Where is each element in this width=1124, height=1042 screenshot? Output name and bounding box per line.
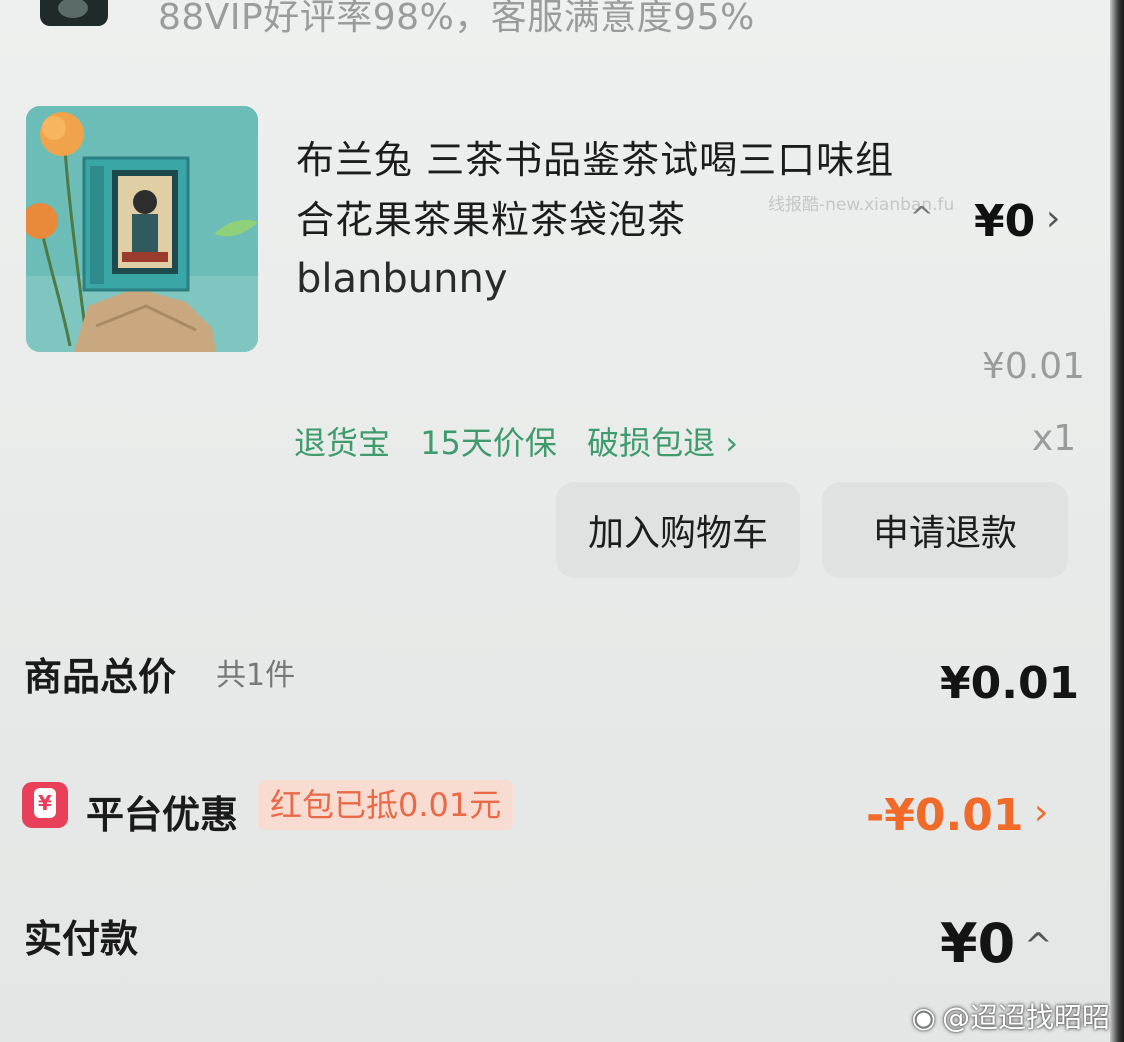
apply-refund-label: 申请退款 (872, 513, 1017, 554)
service-tag: 退货宝 (294, 424, 391, 462)
add-to-cart-label: 加入购物车 (587, 513, 768, 554)
chevron-up-icon[interactable]: ^ (1024, 926, 1053, 966)
weibo-handle: @迢迢找昭昭 (941, 1001, 1110, 1034)
weibo-logo-icon: ◉ (911, 1001, 936, 1034)
total-count: 共1件 (216, 658, 296, 693)
screen-edge (1110, 0, 1124, 1042)
total-price-label: 商品总价 (24, 655, 177, 699)
product-thumbnail[interactable] (26, 106, 258, 352)
store-rating-text: 88VIP好评率98%，客服满意度95% (158, 0, 755, 38)
product-paid-price: ¥0 (974, 196, 1036, 247)
service-tags[interactable]: 退货宝 15天价保 破损包退 › (294, 418, 758, 464)
chevron-right-icon[interactable]: › (1046, 198, 1060, 239)
quantity: x1 (1032, 418, 1077, 459)
add-to-cart-button[interactable]: 加入购物车 (556, 482, 800, 578)
platform-discount-label: 平台优惠 (86, 793, 239, 837)
actual-payment-label: 实付款 (24, 917, 139, 961)
weibo-watermark: ◉ @迢迢找昭昭 (912, 996, 1110, 1036)
service-tag: 15天价保 (420, 424, 557, 462)
order-detail-screen: 88VIP好评率98%，客服满意度95% 布兰兔 三茶书品鉴茶试喝三口味组合花果… (0, 0, 1124, 1042)
product-image (26, 106, 258, 352)
chevron-up-icon[interactable]: ^ (910, 200, 933, 233)
product-brand: blanbunny (296, 256, 508, 302)
platform-discount-amount[interactable]: -¥0.01 (866, 790, 1023, 841)
red-packet-badge: 红包已抵0.01元 (258, 780, 514, 830)
unit-price: ¥0.01 (982, 346, 1086, 387)
apply-refund-button[interactable]: 申请退款 (822, 482, 1068, 578)
store-avatar[interactable] (40, 0, 108, 26)
total-price-amount: ¥0.01 (940, 658, 1080, 709)
chevron-right-icon[interactable]: › (1034, 792, 1048, 833)
actual-payment-amount: ¥0 (940, 912, 1016, 975)
service-tag: 破损包退 › (587, 424, 739, 462)
red-packet-icon (22, 782, 68, 828)
